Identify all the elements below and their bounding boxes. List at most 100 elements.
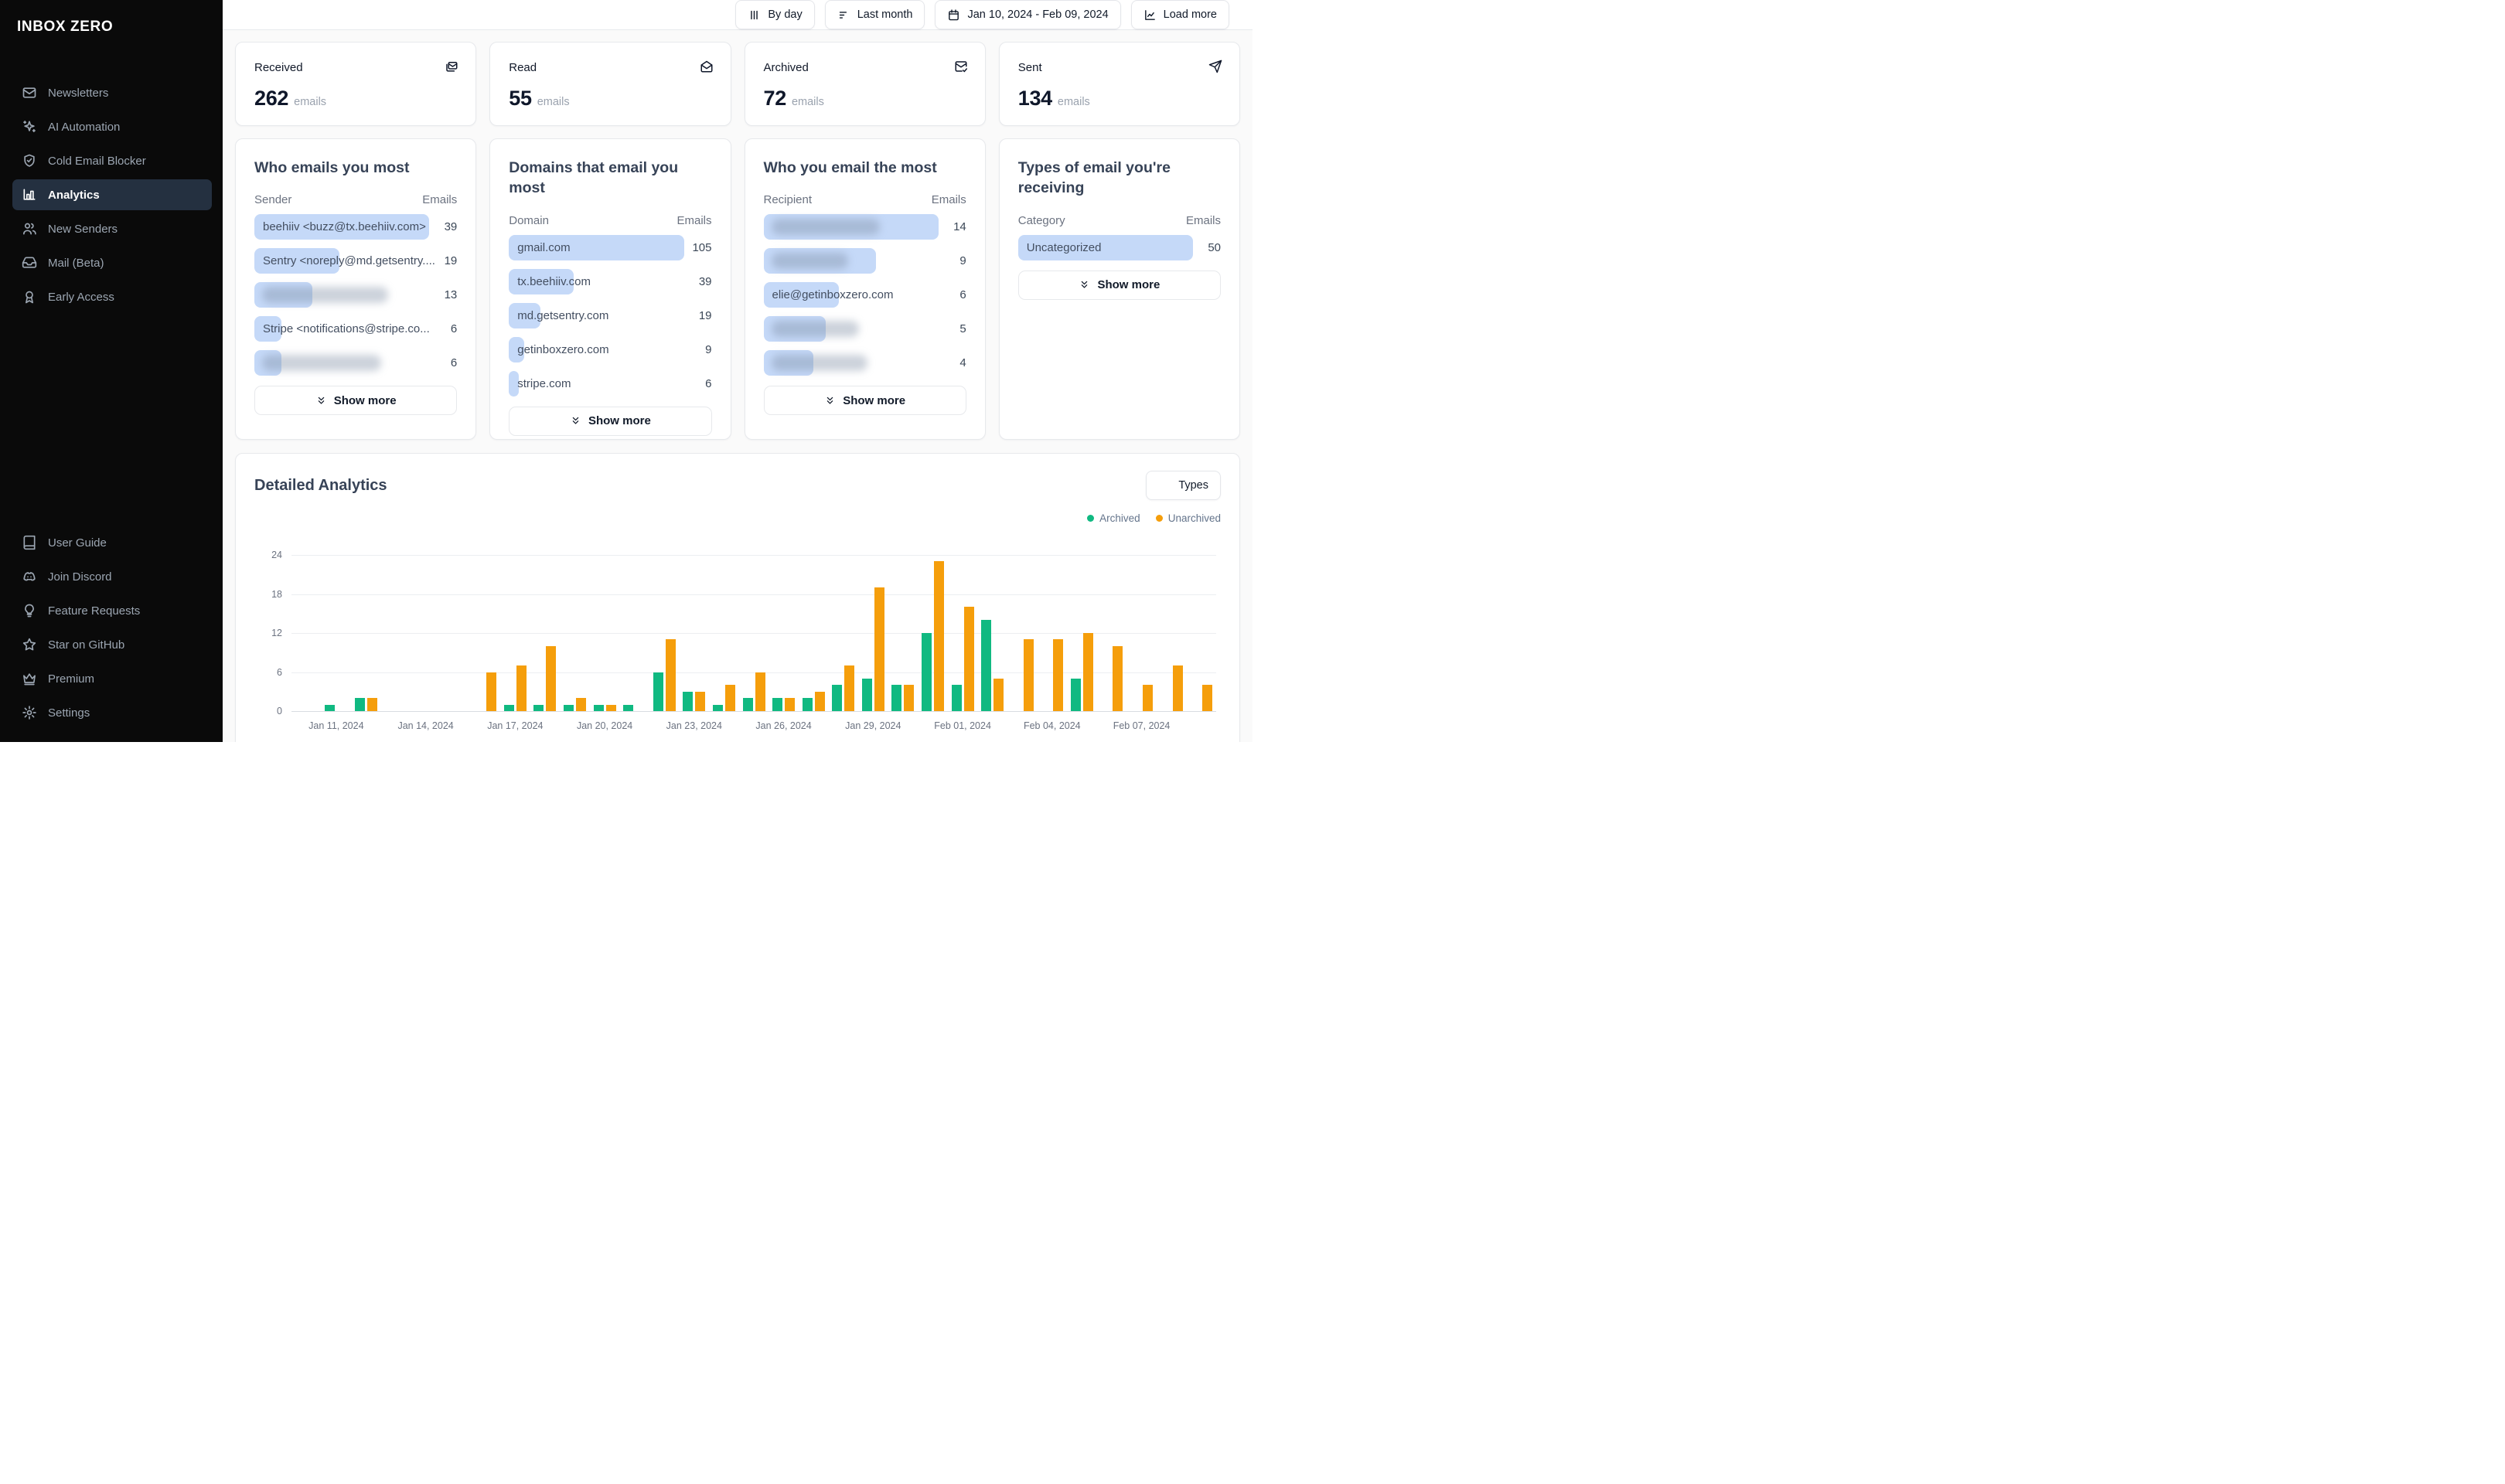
- bar-unarchived: [963, 607, 974, 711]
- nav-item-label: Join Discord: [48, 570, 112, 584]
- show-more-button[interactable]: Show more: [509, 406, 712, 436]
- show-more-button[interactable]: Show more: [1017, 270, 1221, 300]
- sidebar-item-newsletters[interactable]: Newsletters: [12, 77, 212, 108]
- list-row: tx.beehiiv.com 39: [509, 268, 712, 294]
- star-icon: [22, 637, 37, 652]
- column-header: Domain: [509, 213, 549, 227]
- list-row-label: gmail.com: [517, 240, 571, 254]
- list-row-value: 6: [705, 376, 712, 390]
- sidebar-item-join-discord[interactable]: Join Discord: [12, 561, 212, 592]
- list-card-title: Domains that email you most: [509, 159, 679, 197]
- list-row-value: 19: [698, 308, 712, 322]
- list-row-label: tx.beehiiv.com: [517, 274, 591, 288]
- list-row: 9: [763, 248, 966, 274]
- chart-legend: Archived Unarchived: [254, 512, 1221, 524]
- x-axis-tick-label: Jan 17, 2024: [487, 720, 544, 731]
- nav-item-label: Star on GitHub: [48, 638, 125, 652]
- by-day-button[interactable]: By day: [735, 0, 815, 29]
- calendar-icon: [947, 9, 960, 22]
- list-row-value: 39: [698, 274, 712, 288]
- x-axis-tick-label: Jan 14, 2024: [397, 720, 454, 731]
- bar-unarchived: [933, 561, 944, 711]
- nav-item-label: Newsletters: [48, 86, 109, 100]
- bar-archived: [503, 704, 514, 711]
- detailed-analytics-title: Detailed Analytics: [254, 476, 387, 494]
- gridline: [291, 711, 1216, 712]
- stat-card-archived: Archived 72 emails: [744, 42, 986, 126]
- last-month-button[interactable]: Last month: [824, 0, 925, 29]
- list-row: Uncategorized 50: [1017, 234, 1221, 260]
- list-row-label: md.getsentry.com: [517, 308, 609, 322]
- lightbulb-icon: [22, 603, 37, 618]
- show-more-button[interactable]: Show more: [254, 386, 458, 416]
- bar-unarchived: [1172, 665, 1183, 711]
- bar-unarchived: [844, 665, 855, 711]
- legend-dot: [1155, 515, 1163, 522]
- bar-unarchived: [755, 672, 765, 711]
- load-more-button[interactable]: Load more: [1130, 0, 1229, 29]
- bar-chart: 0 6 12 18 24 Jan 11, 2024 Jan 14, 2024 Jan 17, …: [271, 550, 1216, 731]
- list-row-value: 9: [959, 254, 966, 268]
- chart-line-icon: [1143, 9, 1157, 22]
- list-row: stripe.com 6: [509, 370, 712, 397]
- list-row: Sentry <noreply@md.getsentry.... 19: [254, 248, 457, 274]
- bar-archived: [354, 698, 365, 711]
- list-row-label: Stripe <notifications@stripe.co...: [263, 322, 430, 336]
- list-row: 13: [254, 282, 457, 308]
- list-row-label: Uncategorized: [1026, 240, 1102, 254]
- bar-unarchived: [874, 587, 884, 711]
- bar-archived: [683, 691, 694, 711]
- list-row-value: 5: [959, 322, 966, 336]
- sidebar-item-new-senders[interactable]: New Senders: [12, 213, 212, 244]
- bar-archived: [1070, 678, 1081, 711]
- mail-icon: [22, 85, 37, 100]
- sidebar-item-feature-requests[interactable]: Feature Requests: [12, 595, 212, 626]
- nav-item-label: User Guide: [48, 536, 107, 550]
- columns-icon: [748, 9, 761, 22]
- list-row: 4: [763, 350, 966, 376]
- chevrons-down-icon: [570, 415, 581, 427]
- list-card-title: Who emails you most: [254, 159, 410, 176]
- sidebar-item-analytics[interactable]: Analytics: [12, 179, 212, 210]
- stat-card-sent: Sent 134 emails: [998, 42, 1240, 126]
- bar-archived: [564, 704, 574, 711]
- sidebar-nav: Newsletters AI Automation Cold Email Block…: [0, 74, 223, 315]
- list-card-types-of-email-you-re-receiving: Types of email you're receiving Category E…: [998, 138, 1240, 440]
- types-filter-label: Types: [1178, 479, 1208, 492]
- chevrons-down-icon: [1079, 279, 1090, 291]
- sidebar-item-early-access[interactable]: Early Access: [12, 281, 212, 312]
- stat-unit: emails: [294, 96, 327, 108]
- list-row-value: 6: [450, 356, 458, 370]
- sidebar-item-mail-beta[interactable]: Mail (Beta): [12, 247, 212, 278]
- types-filter-button[interactable]: Types: [1146, 471, 1221, 500]
- jan-10-2024-feb-09-2024-button[interactable]: Jan 10, 2024 - Feb 09, 2024: [935, 0, 1121, 29]
- show-more-button[interactable]: Show more: [763, 386, 966, 416]
- sidebar-item-star-on-github[interactable]: Star on GitHub: [12, 629, 212, 660]
- legend-dot: [1087, 515, 1095, 522]
- bar-unarchived: [904, 685, 915, 711]
- sidebar-item-cold-email-blocker[interactable]: Cold Email Blocker: [12, 145, 212, 176]
- sidebar-item-user-guide[interactable]: User Guide: [12, 527, 212, 558]
- nav-item-label: New Senders: [48, 222, 118, 236]
- column-header: Emails: [422, 193, 458, 207]
- list-card-who-you-email-the-most: Who you email the most Recipient Emails 14 9…: [744, 138, 986, 440]
- bar-archived: [951, 685, 962, 711]
- bar-archived: [981, 620, 992, 711]
- bar-archived: [772, 698, 783, 711]
- bar-unarchived: [516, 665, 527, 711]
- list-row-value: 13: [444, 288, 458, 302]
- bar-archived: [593, 704, 604, 711]
- sidebar-item-ai-automation[interactable]: AI Automation: [12, 111, 212, 142]
- sidebar-item-premium[interactable]: Premium: [12, 663, 212, 694]
- bar-unarchived: [1143, 685, 1154, 711]
- users-icon: [22, 221, 37, 237]
- bar-unarchived: [993, 678, 1004, 711]
- detailed-analytics-card: Detailed Analytics Types Archived Unarchi…: [235, 453, 1240, 742]
- redacted-text: [771, 219, 880, 236]
- gridline: [291, 555, 1216, 556]
- bar-archived: [832, 685, 843, 711]
- content: Received 262 emails Read 55 emails Archived 72 e…: [223, 30, 1252, 742]
- sidebar-item-settings[interactable]: Settings: [12, 697, 212, 728]
- column-header: Emails: [1185, 213, 1221, 227]
- column-header: Category: [1017, 213, 1065, 227]
